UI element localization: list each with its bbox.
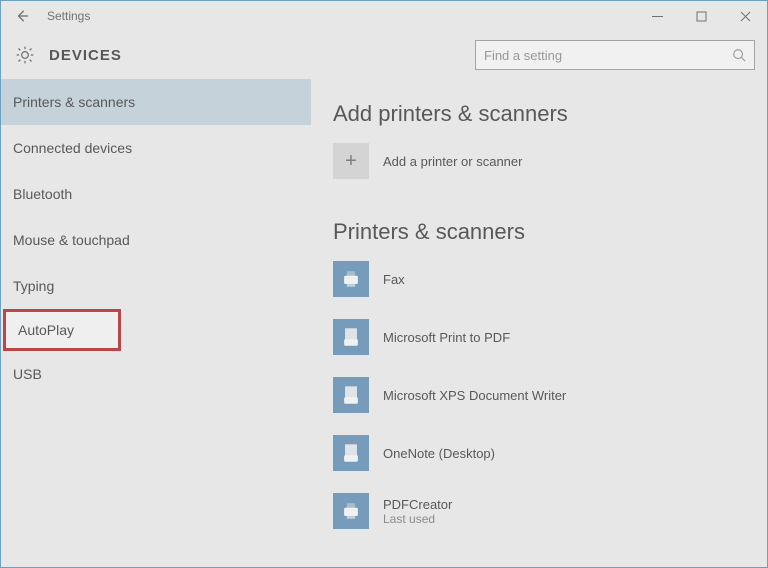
sidebar-item-connected-devices[interactable]: Connected devices <box>1 125 311 171</box>
titlebar: Settings <box>1 1 767 31</box>
device-item-pdfcreator[interactable]: PDFCreator Last used <box>333 493 749 529</box>
search-input[interactable] <box>484 48 732 63</box>
add-printer-row[interactable]: + Add a printer or scanner <box>333 143 749 179</box>
minimize-icon <box>652 11 663 22</box>
arrow-left-icon <box>15 9 29 23</box>
device-item-onenote[interactable]: OneNote (Desktop) <box>333 435 749 471</box>
section-list-title: Printers & scanners <box>333 219 749 245</box>
add-printer-label: Add a printer or scanner <box>383 154 522 169</box>
window-title: Settings <box>47 9 90 23</box>
sidebar: Printers & scanners Connected devices Bl… <box>1 79 311 567</box>
device-item-print-to-pdf[interactable]: Microsoft Print to PDF <box>333 319 749 355</box>
content: Add printers & scanners + Add a printer … <box>311 79 767 567</box>
printer-icon <box>333 261 369 297</box>
window-controls <box>635 1 767 31</box>
device-text: Microsoft Print to PDF <box>383 330 510 345</box>
sidebar-item-autoplay[interactable]: AutoPlay <box>3 309 121 351</box>
sidebar-item-bluetooth[interactable]: Bluetooth <box>1 171 311 217</box>
device-text: PDFCreator Last used <box>383 497 452 526</box>
device-name: PDFCreator <box>383 497 452 512</box>
device-name: OneNote (Desktop) <box>383 446 495 461</box>
maximize-icon <box>696 11 707 22</box>
sidebar-item-mouse-touchpad[interactable]: Mouse & touchpad <box>1 217 311 263</box>
close-button[interactable] <box>723 1 767 31</box>
printer-icon <box>333 493 369 529</box>
titlebar-left: Settings <box>11 5 90 27</box>
file-printer-icon <box>333 319 369 355</box>
device-text: Fax <box>383 272 405 287</box>
device-subtext: Last used <box>383 512 452 526</box>
sidebar-item-label: Printers & scanners <box>13 94 135 110</box>
device-item-fax[interactable]: Fax <box>333 261 749 297</box>
sidebar-item-label: Typing <box>13 278 54 294</box>
device-item-xps-writer[interactable]: Microsoft XPS Document Writer <box>333 377 749 413</box>
close-icon <box>740 11 751 22</box>
sidebar-item-typing[interactable]: Typing <box>1 263 311 309</box>
search-icon <box>732 48 746 62</box>
sidebar-item-usb[interactable]: USB <box>1 351 311 397</box>
sidebar-item-label: AutoPlay <box>18 322 74 338</box>
sidebar-item-label: Bluetooth <box>13 186 72 202</box>
device-text: OneNote (Desktop) <box>383 446 495 461</box>
file-printer-icon <box>333 377 369 413</box>
settings-window: Settings DEVICES <box>0 0 768 568</box>
sidebar-item-printers-scanners[interactable]: Printers & scanners <box>1 79 311 125</box>
header-row: DEVICES <box>1 31 767 79</box>
maximize-button[interactable] <box>679 1 723 31</box>
device-name: Microsoft Print to PDF <box>383 330 510 345</box>
device-name: Microsoft XPS Document Writer <box>383 388 566 403</box>
sidebar-item-label: Mouse & touchpad <box>13 232 130 248</box>
device-list: Fax Microsoft Print to PDF <box>333 261 749 529</box>
page-title: DEVICES <box>49 47 122 64</box>
gear-icon <box>15 45 35 65</box>
body: Printers & scanners Connected devices Bl… <box>1 79 767 567</box>
header-left: DEVICES <box>15 45 122 65</box>
device-name: Fax <box>383 272 405 287</box>
sidebar-item-label: USB <box>13 366 42 382</box>
device-text: Microsoft XPS Document Writer <box>383 388 566 403</box>
section-add-title: Add printers & scanners <box>333 101 749 127</box>
file-printer-icon <box>333 435 369 471</box>
search-box[interactable] <box>475 40 755 70</box>
back-button[interactable] <box>11 5 33 27</box>
sidebar-item-label: Connected devices <box>13 140 132 156</box>
plus-icon: + <box>333 143 369 179</box>
minimize-button[interactable] <box>635 1 679 31</box>
